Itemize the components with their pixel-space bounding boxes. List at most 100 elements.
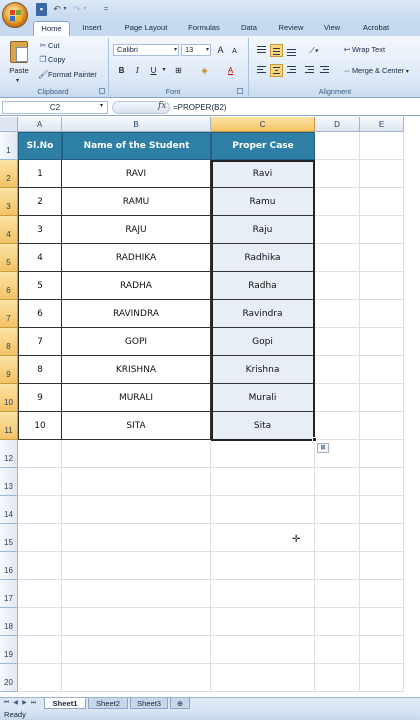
empty-cell[interactable] [360,440,404,468]
table-cell[interactable]: SITA [62,412,211,440]
table-cell[interactable]: KRISHNA [62,356,211,384]
empty-cell[interactable] [315,160,360,188]
empty-cell[interactable] [360,132,404,160]
empty-cell[interactable] [360,272,404,300]
empty-cell[interactable] [360,636,404,664]
table-cell[interactable]: 9 [18,384,62,412]
last-sheet-icon[interactable]: ⏭ [29,699,38,708]
empty-cell[interactable] [62,608,211,636]
empty-cell[interactable] [211,552,315,580]
font-launcher-icon[interactable] [237,88,243,94]
insert-sheet-button[interactable]: ⊕ [170,698,190,709]
empty-cell[interactable] [315,188,360,216]
sheet-tab-sheet2[interactable]: Sheet2 [88,698,128,709]
empty-cell[interactable] [315,132,360,160]
next-sheet-icon[interactable]: ▶ [20,699,29,708]
formula-input[interactable]: =PROPER(B2) [173,101,418,114]
table-cell[interactable]: Krishna [211,356,315,384]
select-all-corner[interactable] [0,117,18,132]
table-cell[interactable]: Ramu [211,188,315,216]
row-header[interactable]: 9 [0,356,18,384]
table-header-cell[interactable]: Name of the Student [62,132,211,160]
shrink-font-button[interactable]: A [228,45,241,58]
font-size-combo[interactable]: 13 ▾ [181,44,211,56]
table-cell[interactable]: 3 [18,216,62,244]
name-box[interactable]: C2 [2,101,108,114]
row-header[interactable]: 3 [0,188,18,216]
empty-cell[interactable] [315,636,360,664]
increase-indent-icon[interactable] [318,64,331,77]
table-cell[interactable]: RAVINDRA [62,300,211,328]
empty-cell[interactable] [315,384,360,412]
table-cell[interactable]: 6 [18,300,62,328]
tab-data[interactable]: Data [232,21,266,36]
empty-cell[interactable] [62,636,211,664]
empty-cell[interactable] [18,552,62,580]
column-header-a[interactable]: A [18,117,62,132]
table-cell[interactable]: 5 [18,272,62,300]
column-header-b[interactable]: B [62,117,211,132]
copy-button[interactable]: ❐Copy [38,54,65,66]
clipboard-launcher-icon[interactable] [99,88,105,94]
table-cell[interactable]: Ravindra [211,300,315,328]
empty-cell[interactable] [360,160,404,188]
font-name-combo[interactable]: Calibri ▾ [113,44,179,56]
table-header-cell[interactable]: Sl.No [18,132,62,160]
empty-cell[interactable] [360,580,404,608]
empty-cell[interactable] [62,468,211,496]
empty-cell[interactable] [315,300,360,328]
wrap-text-button[interactable]: ↩ Wrap Text [342,44,385,56]
undo-dropdown-icon[interactable]: ▾ [62,3,68,16]
row-header[interactable]: 8 [0,328,18,356]
empty-cell[interactable] [62,552,211,580]
empty-cell[interactable] [18,496,62,524]
empty-cell[interactable] [315,468,360,496]
empty-cell[interactable] [62,524,211,552]
empty-cell[interactable] [360,412,404,440]
save-icon[interactable]: ▪ [36,3,47,16]
table-cell[interactable]: RAMU [62,188,211,216]
empty-cell[interactable] [360,468,404,496]
empty-cell[interactable] [360,384,404,412]
redo-icon[interactable]: ↷ [72,3,82,16]
empty-cell[interactable] [315,580,360,608]
column-header-c[interactable]: C [211,117,315,132]
empty-cell[interactable] [360,496,404,524]
empty-cell[interactable] [360,216,404,244]
table-cell[interactable]: Ravi [211,160,315,188]
align-middle-icon[interactable] [270,44,283,57]
empty-cell[interactable] [315,412,360,440]
redo-dropdown-icon[interactable]: ▾ [82,3,88,16]
empty-cell[interactable] [62,496,211,524]
worksheet-grid[interactable]: A B C D E 1 2 3 4 5 6 7 8 9 10 11 12 13 14 15 16 17 18 19 20 Sl.N… [0,117,420,697]
table-cell[interactable]: Sita [211,412,315,440]
font-color-button[interactable]: A [224,64,237,77]
table-cell[interactable]: GOPI [62,328,211,356]
empty-cell[interactable] [315,244,360,272]
empty-cell[interactable] [62,664,211,692]
empty-cell[interactable] [360,356,404,384]
empty-cell[interactable] [315,552,360,580]
borders-icon[interactable]: ⊞ [172,64,185,77]
row-header[interactable]: 4 [0,216,18,244]
table-cell[interactable]: Murali [211,384,315,412]
orientation-icon[interactable]: ⟋▾ [305,44,323,57]
table-cell[interactable]: 10 [18,412,62,440]
first-sheet-icon[interactable]: ⏮ [2,699,11,708]
prev-sheet-icon[interactable]: ◀ [11,699,20,708]
underline-dropdown-icon[interactable]: ▾ [160,64,168,77]
empty-cell[interactable] [18,636,62,664]
empty-cell[interactable] [18,468,62,496]
empty-cell[interactable] [211,440,315,468]
align-top-icon[interactable] [255,44,268,57]
row-header[interactable]: 2 [0,160,18,188]
row-header[interactable]: 13 [0,468,18,496]
table-cell[interactable]: Radha [211,272,315,300]
insert-function-icon[interactable]: fx [158,101,166,111]
table-cell[interactable]: 1 [18,160,62,188]
customize-quick-access-button[interactable]: = [102,3,110,16]
align-right-icon[interactable] [285,64,298,77]
row-header[interactable]: 12 [0,440,18,468]
row-header[interactable]: 18 [0,608,18,636]
paste-button[interactable]: Paste ▾ [4,40,34,84]
